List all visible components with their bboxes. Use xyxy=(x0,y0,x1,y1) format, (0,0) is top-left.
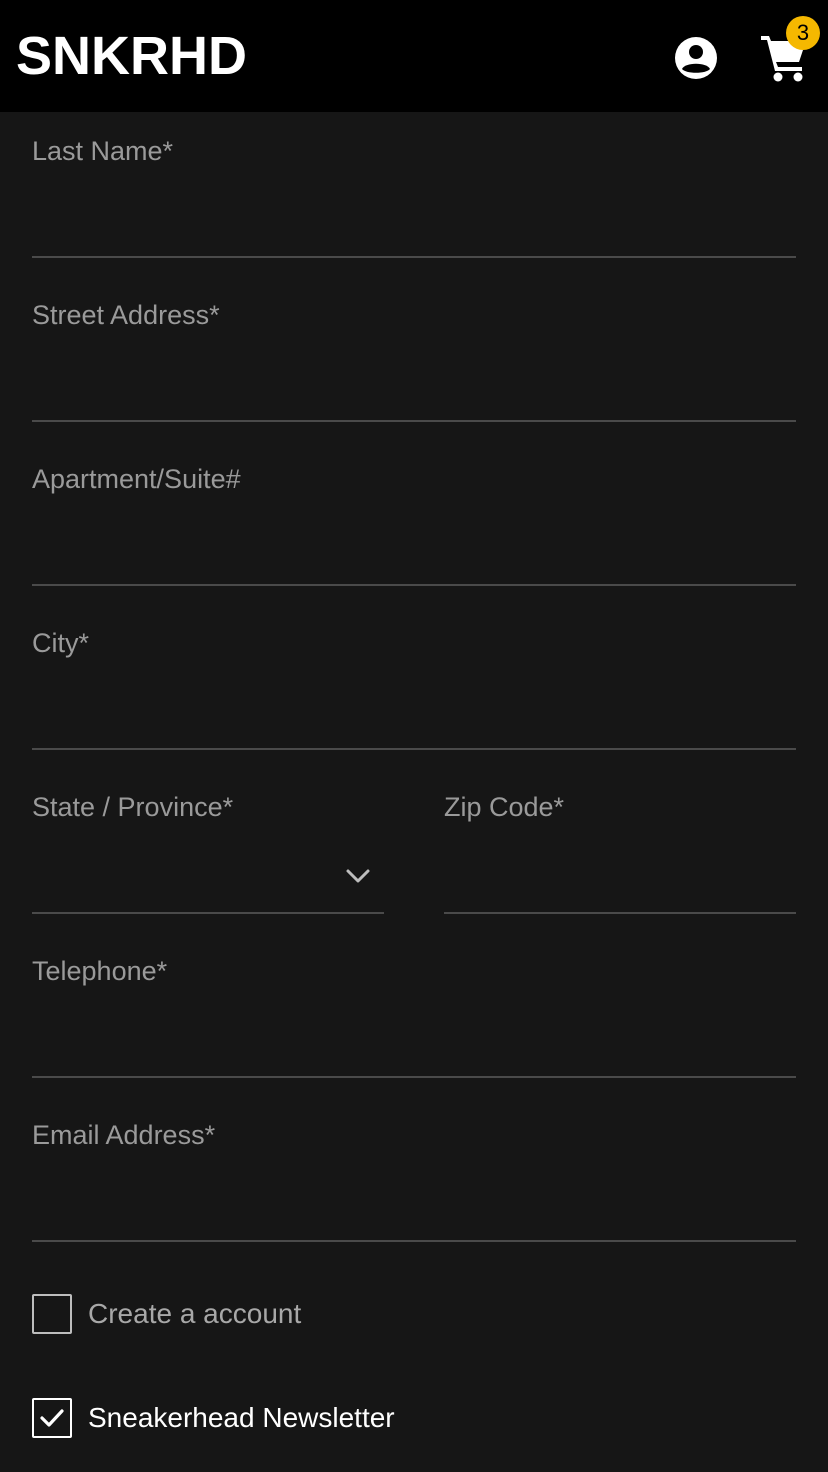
apartment-field: Apartment/Suite# xyxy=(32,442,796,606)
state-select[interactable] xyxy=(32,840,384,914)
street-address-field: Street Address* xyxy=(32,278,796,442)
last-name-input[interactable] xyxy=(32,184,796,258)
create-account-label[interactable]: Create a account xyxy=(88,1294,301,1334)
state-field: State / Province* xyxy=(32,770,384,934)
newsletter-label[interactable]: Sneakerhead Newsletter xyxy=(88,1398,395,1438)
last-name-label: Last Name* xyxy=(32,136,174,166)
city-field: City* xyxy=(32,606,796,770)
account-icon[interactable] xyxy=(672,34,720,82)
newsletter-checkbox[interactable] xyxy=(32,1398,72,1438)
telephone-label: Telephone* xyxy=(32,956,168,986)
telephone-field: Telephone* xyxy=(32,934,796,1098)
cart-count-badge: 3 xyxy=(786,16,820,50)
newsletter-option[interactable]: Sneakerhead Newsletter xyxy=(32,1398,532,1438)
last-name-field: Last Name* xyxy=(32,114,796,278)
state-label: State / Province* xyxy=(32,792,234,822)
zip-code-label: Zip Code* xyxy=(444,792,565,822)
create-account-option[interactable]: Create a account xyxy=(32,1294,532,1334)
city-input[interactable] xyxy=(32,676,796,750)
top-header: SNKRHD 3 xyxy=(0,0,828,112)
checkmark-icon xyxy=(40,1409,64,1427)
email-field: Email Address* xyxy=(32,1098,796,1262)
telephone-input[interactable] xyxy=(32,1004,796,1078)
email-input[interactable] xyxy=(32,1168,796,1242)
chevron-down-icon[interactable] xyxy=(344,862,372,890)
city-label: City* xyxy=(32,628,90,658)
brand-logo[interactable]: SNKRHD xyxy=(16,24,247,88)
apartment-input[interactable] xyxy=(32,512,796,586)
apartment-label: Apartment/Suite# xyxy=(32,464,241,494)
zip-code-input[interactable] xyxy=(444,840,796,914)
street-address-label: Street Address* xyxy=(32,300,220,330)
checkout-page: SNKRHD 3 Last Name* Street Address* Apar… xyxy=(0,0,828,1472)
create-account-checkbox[interactable] xyxy=(32,1294,72,1334)
street-address-input[interactable] xyxy=(32,348,796,422)
email-label: Email Address* xyxy=(32,1120,216,1150)
zip-code-field: Zip Code* xyxy=(444,770,796,934)
